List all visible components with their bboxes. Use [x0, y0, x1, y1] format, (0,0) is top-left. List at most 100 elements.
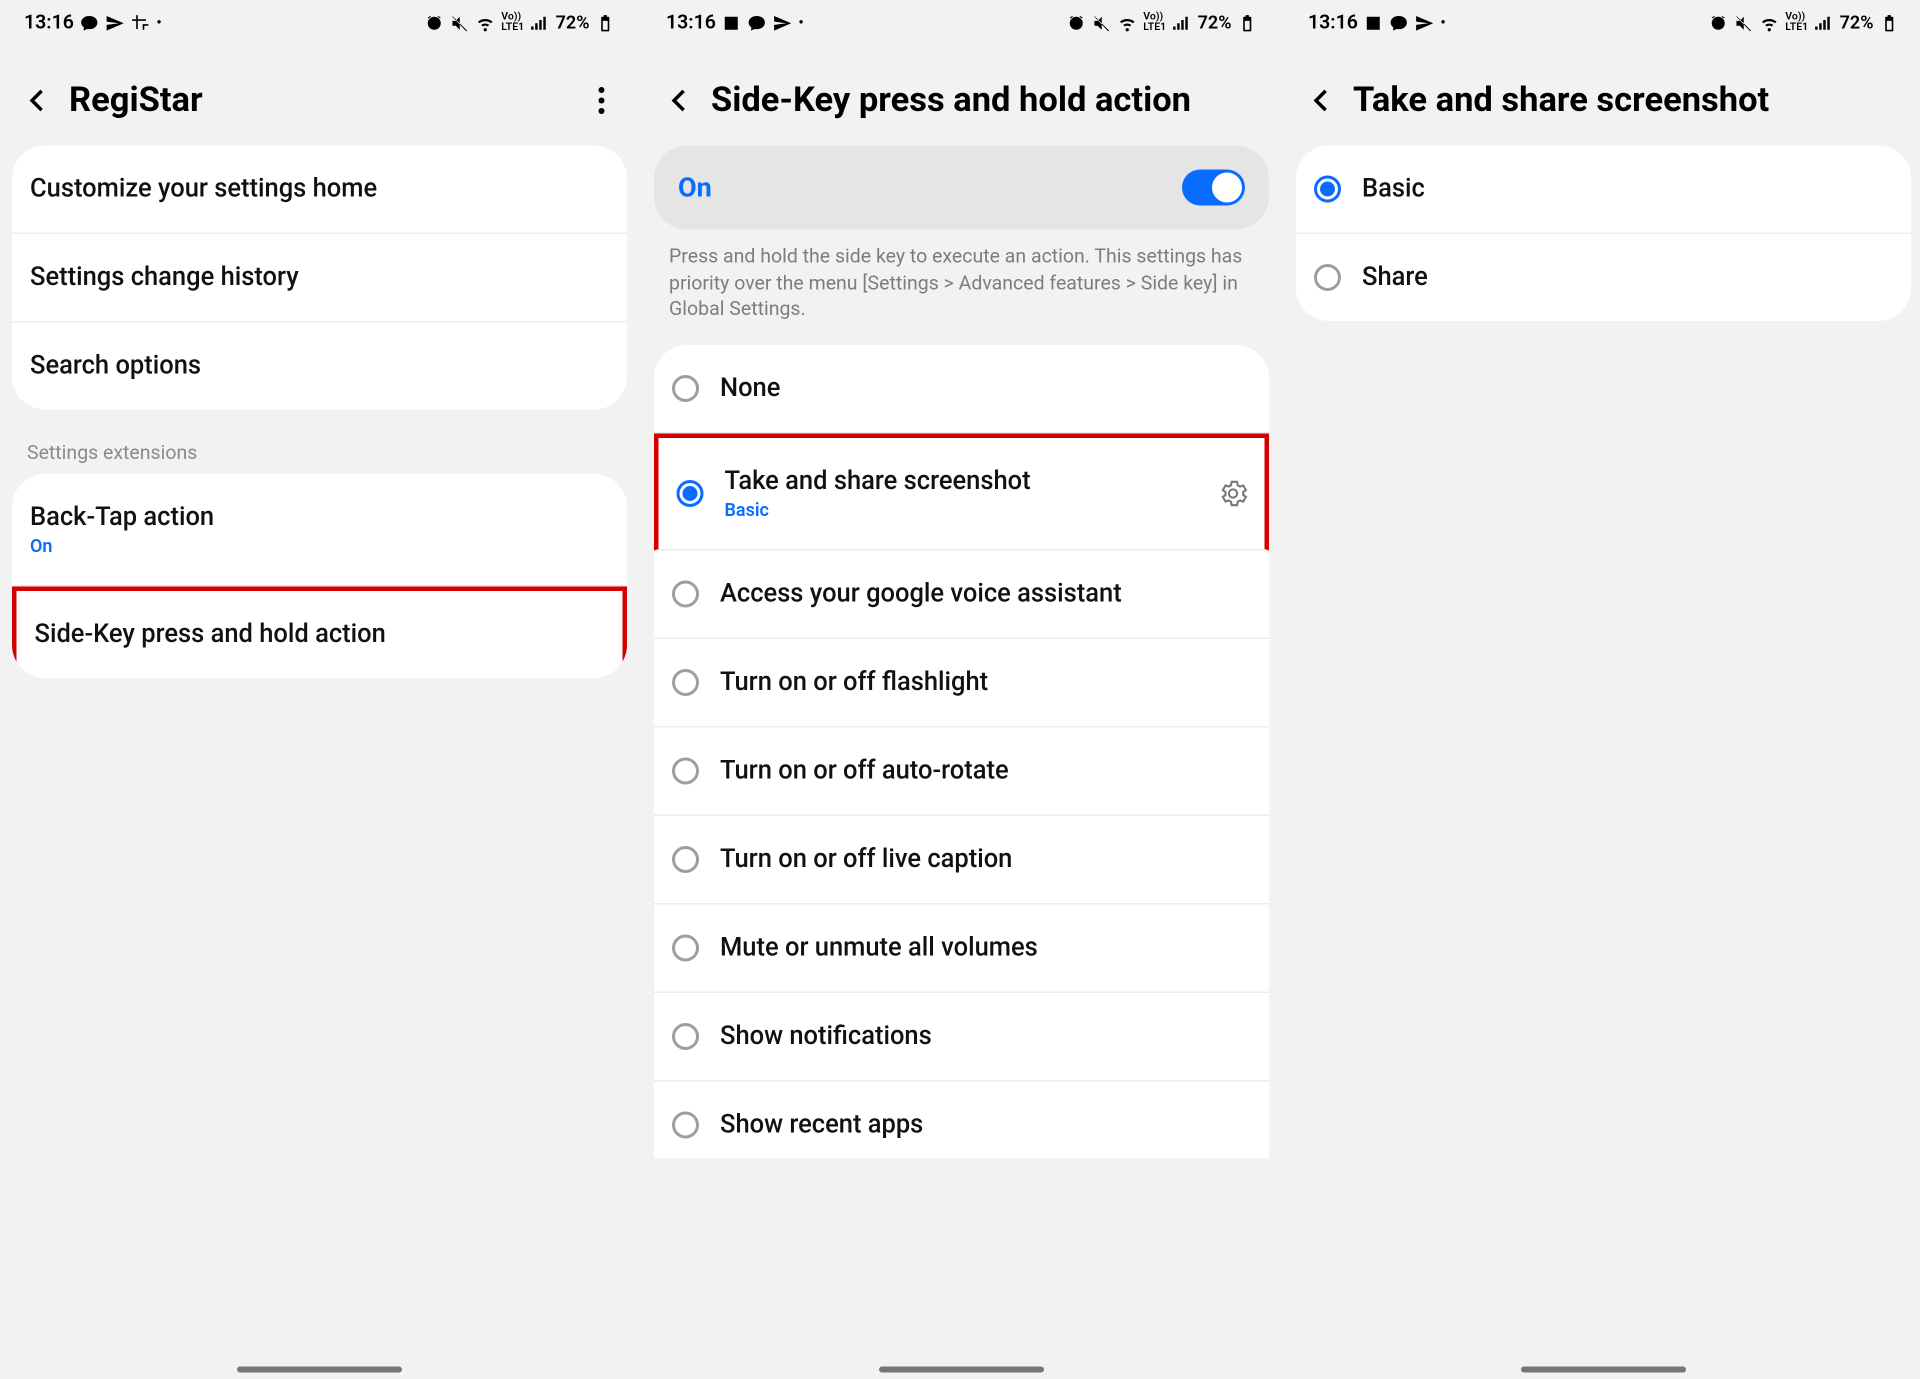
option-show-recent-apps[interactable]: Show recent apps [654, 1081, 1269, 1158]
status-bar: 13:16 • Vo))LTE1 72% [1284, 0, 1920, 45]
gesture-bar [0, 1358, 639, 1379]
option-take-screenshot[interactable]: Take and share screenshot Basic [654, 433, 1269, 550]
battery-icon [596, 13, 616, 33]
radio-icon[interactable] [672, 669, 699, 696]
status-time: 13:16 [1308, 11, 1358, 34]
item-label: Settings change history [30, 263, 609, 293]
send-icon [1415, 13, 1435, 33]
signal-icon [1172, 13, 1192, 33]
mute-icon [1092, 13, 1112, 33]
alarm-icon [1709, 13, 1729, 33]
statusbar-right: Vo))LTE1 72% [1067, 12, 1257, 33]
item-side-key-press[interactable]: Side-Key press and hold action [12, 587, 627, 679]
radio-icon[interactable] [1314, 264, 1341, 291]
option-label: Turn on or off live caption [720, 844, 1251, 874]
wifi-icon [1118, 13, 1138, 33]
item-back-tap[interactable]: Back-Tap action On [12, 474, 627, 587]
more-dot: • [798, 14, 803, 31]
gear-icon[interactable] [1217, 477, 1250, 510]
radio-icon[interactable] [672, 757, 699, 784]
gesture-handle[interactable] [1521, 1367, 1686, 1373]
signal-icon [530, 13, 550, 33]
item-label: Search options [30, 351, 609, 381]
radio-icon[interactable] [672, 580, 699, 607]
option-live-caption[interactable]: Turn on or off live caption [654, 816, 1269, 905]
options-card: None Take and share screenshot Basic Acc… [654, 345, 1269, 1158]
radio-icon[interactable] [672, 375, 699, 402]
volte-icon: Vo))LTE1 [501, 12, 524, 33]
radio-icon[interactable] [677, 480, 704, 507]
section-heading-extensions: Settings extensions [0, 425, 639, 475]
status-time: 13:16 [24, 11, 74, 34]
overflow-menu[interactable] [585, 83, 618, 116]
page-title: Side-Key press and hold action [711, 81, 1260, 119]
gesture-bar [642, 1358, 1281, 1379]
battery-icon [1238, 13, 1258, 33]
alarm-icon [425, 13, 445, 33]
radio-icon[interactable] [1314, 176, 1341, 203]
options-card: Basic Share [1296, 146, 1911, 322]
option-label: Basic [1362, 174, 1893, 204]
mute-icon [450, 13, 470, 33]
header: Take and share screenshot [1284, 45, 1920, 146]
signal-icon [1814, 13, 1834, 33]
option-flashlight[interactable]: Turn on or off flashlight [654, 639, 1269, 728]
radio-icon[interactable] [672, 934, 699, 961]
send-icon [773, 13, 793, 33]
radio-icon[interactable] [672, 1023, 699, 1050]
option-label: Show recent apps [720, 1110, 1251, 1140]
toggle-label: On [678, 172, 712, 204]
gesture-handle[interactable] [237, 1367, 402, 1373]
send-icon [105, 13, 125, 33]
item-label: Customize your settings home [30, 174, 609, 204]
gallery-icon [722, 13, 742, 33]
battery-icon [1880, 13, 1900, 33]
phone-screen-1: 13:16 • Vo))LTE1 72% RegiStar Customize … [0, 0, 639, 1379]
status-bar: 13:16 • Vo))LTE1 72% [642, 0, 1281, 45]
status-time: 13:16 [666, 11, 716, 34]
gallery-icon [1364, 13, 1384, 33]
alarm-icon [1067, 13, 1087, 33]
page-title: Take and share screenshot [1353, 81, 1902, 119]
statusbar-left: 13:16 • [24, 11, 162, 34]
crop-icon [131, 13, 151, 33]
item-search-options[interactable]: Search options [12, 323, 627, 410]
gesture-bar [1284, 1358, 1920, 1379]
page-title: RegiStar [69, 81, 570, 119]
status-bar: 13:16 • Vo))LTE1 72% [0, 0, 639, 45]
volte-icon: Vo))LTE1 [1785, 12, 1808, 33]
option-sublabel: Basic [725, 499, 1205, 520]
chat-icon [747, 13, 767, 33]
option-show-notifications[interactable]: Show notifications [654, 993, 1269, 1082]
option-label: None [720, 373, 1251, 403]
statusbar-right: Vo))LTE1 72% [1709, 12, 1899, 33]
gesture-handle[interactable] [879, 1367, 1044, 1373]
option-auto-rotate[interactable]: Turn on or off auto-rotate [654, 727, 1269, 816]
back-icon[interactable] [21, 83, 54, 116]
battery-percent: 72% [556, 12, 590, 33]
battery-percent: 72% [1840, 12, 1874, 33]
phone-screen-3: 13:16 • Vo))LTE1 72% Take and share scre… [1284, 0, 1920, 1379]
option-google-assistant[interactable]: Access your google voice assistant [654, 550, 1269, 639]
more-dot: • [1440, 14, 1445, 31]
radio-icon[interactable] [672, 846, 699, 873]
item-change-history[interactable]: Settings change history [12, 234, 627, 323]
battery-percent: 72% [1198, 12, 1232, 33]
radio-icon[interactable] [672, 1111, 699, 1138]
back-icon[interactable] [1305, 83, 1338, 116]
option-label: Mute or unmute all volumes [720, 933, 1251, 963]
toggle-switch[interactable] [1182, 170, 1245, 206]
option-none[interactable]: None [654, 345, 1269, 434]
back-icon[interactable] [663, 83, 696, 116]
master-toggle-row[interactable]: On [654, 146, 1269, 230]
item-label: Back-Tap action [30, 503, 609, 533]
option-share[interactable]: Share [1296, 234, 1911, 321]
item-sublabel: On [30, 536, 609, 557]
option-basic[interactable]: Basic [1296, 146, 1911, 235]
item-customize-home[interactable]: Customize your settings home [12, 146, 627, 235]
option-label: Turn on or off flashlight [720, 667, 1251, 697]
settings-card-main: Customize your settings home Settings ch… [12, 146, 627, 410]
option-label: Turn on or off auto-rotate [720, 756, 1251, 786]
option-mute-volumes[interactable]: Mute or unmute all volumes [654, 904, 1269, 993]
statusbar-left: 13:16 • [1308, 11, 1446, 34]
